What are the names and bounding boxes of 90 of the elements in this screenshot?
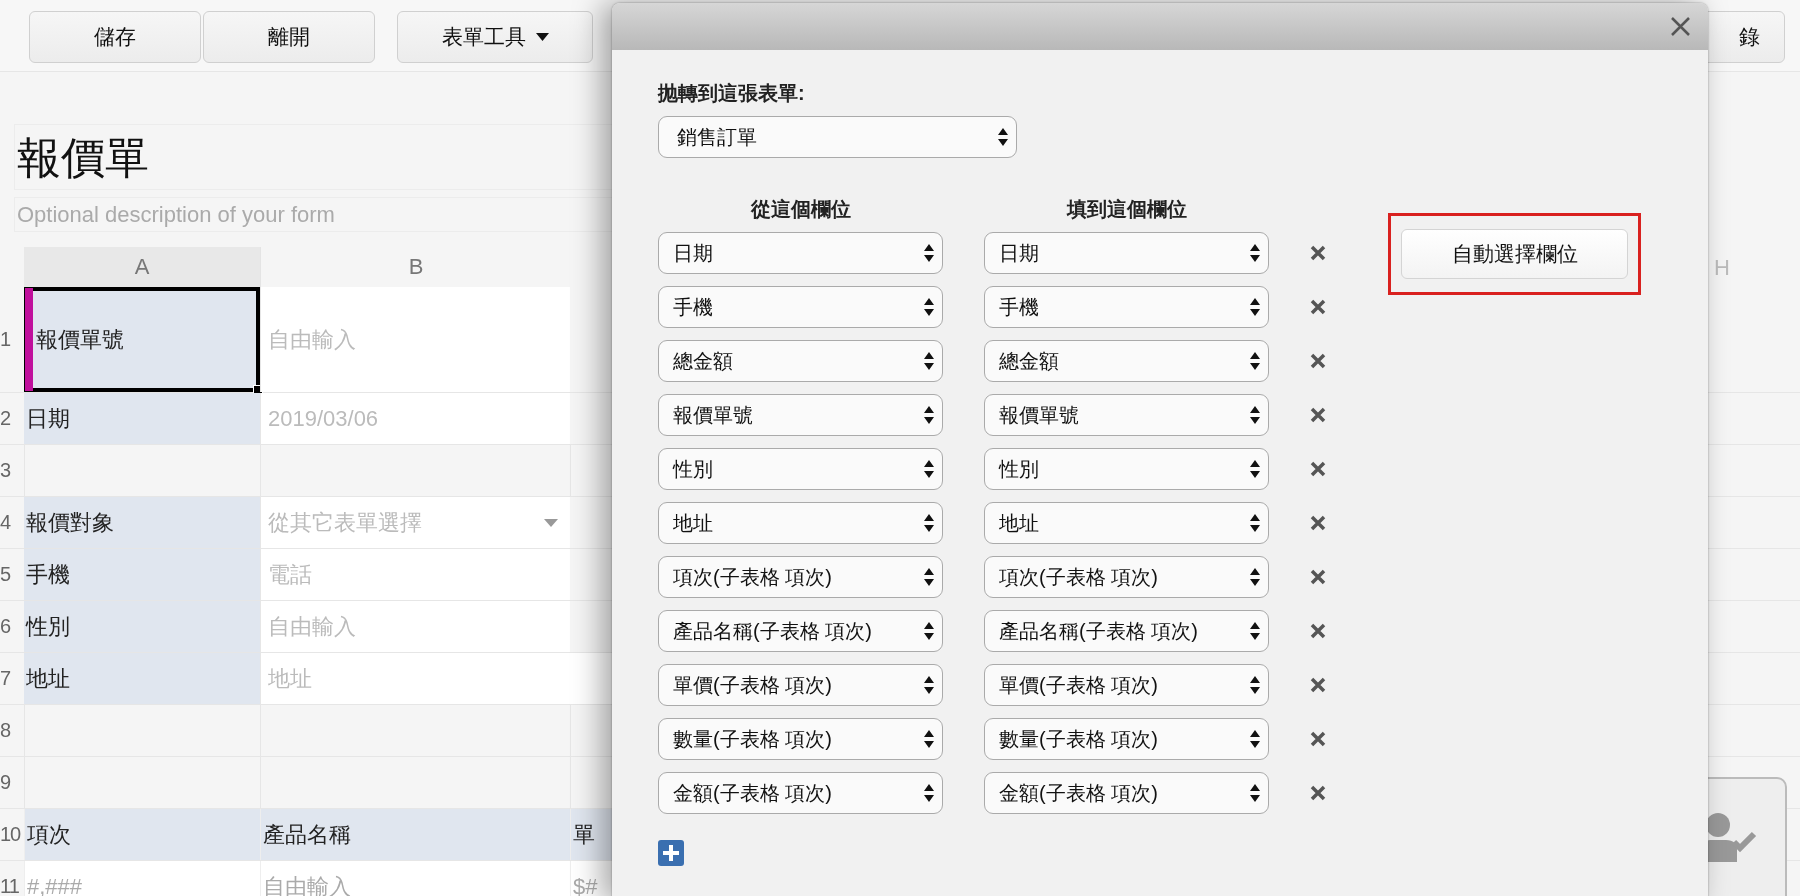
source-field-select[interactable]: 手機 [658,286,943,328]
target-field-select[interactable]: 產品名稱(子表格 項次) [984,610,1269,652]
row-number: 10 [0,822,22,847]
row-number: 3 [0,458,12,483]
field-label-cell[interactable]: 性別 [24,601,260,652]
remove-icon[interactable] [1310,677,1326,693]
field-label-cell[interactable]: 日期 [24,393,260,444]
updown-icon [924,406,934,424]
row-number: 8 [0,718,12,743]
target-field-select[interactable]: 數量(子表格 項次) [984,718,1269,760]
updown-icon [924,568,934,586]
close-icon[interactable] [1671,17,1690,36]
row-number: 1 [0,327,12,352]
remove-icon[interactable] [1310,461,1326,477]
updown-icon [1250,406,1260,424]
target-field-select[interactable]: 金額(子表格 項次) [984,772,1269,814]
source-field-select[interactable]: 數量(子表格 項次) [658,718,943,760]
target-field-select[interactable]: 日期 [984,232,1269,274]
row-number: 2 [0,406,12,431]
remove-icon[interactable] [1310,245,1326,261]
updown-icon [1250,298,1260,316]
updown-icon [1250,676,1260,694]
target-form-label: 抛轉到這張表單: [658,81,806,106]
updown-icon [924,352,934,370]
target-field-select[interactable]: 項次(子表格 項次) [984,556,1269,598]
source-column-heading: 從這個欄位 [749,197,852,222]
field-label-cell[interactable]: 地址 [24,653,260,704]
row-number: 9 [0,770,12,795]
field-label-cell[interactable]: 手機 [24,549,260,600]
updown-icon [924,622,934,640]
updown-icon [1250,730,1260,748]
updown-icon [998,128,1008,146]
row-number: 11 [0,874,20,896]
target-column-heading: 填到這個欄位 [1065,197,1188,222]
row-number: 6 [0,614,12,639]
updown-icon [924,298,934,316]
field-label-cell[interactable]: 報價對象 [24,497,260,548]
field-label-cell[interactable]: 報價單號 [24,287,260,392]
updown-icon [1250,244,1260,262]
target-field-select[interactable]: 總金額 [984,340,1269,382]
target-field-select[interactable]: 地址 [984,502,1269,544]
auto-select-button[interactable]: 自動選擇欄位 [1401,229,1628,279]
updown-icon [924,244,934,262]
remove-icon[interactable] [1310,407,1326,423]
target-form-select[interactable]: 銷售訂單 [658,116,1017,158]
column-header[interactable]: A [24,247,260,287]
remove-icon[interactable] [1310,569,1326,585]
source-field-select[interactable]: 性別 [658,448,943,490]
updown-icon [924,676,934,694]
updown-icon [1250,460,1260,478]
updown-icon [924,514,934,532]
updown-icon [1250,784,1260,802]
target-field-select[interactable]: 性別 [984,448,1269,490]
subtable-cell: 自由輸入 [260,861,570,896]
source-field-select[interactable]: 單價(子表格 項次) [658,664,943,706]
source-field-select[interactable]: 產品名稱(子表格 項次) [658,610,943,652]
target-field-select[interactable]: 手機 [984,286,1269,328]
row-number: 7 [0,666,12,691]
source-field-select[interactable]: 報價單號 [658,394,943,436]
toolbar-button[interactable]: 離開 [203,11,375,63]
target-field-select[interactable]: 單價(子表格 項次) [984,664,1269,706]
caret-icon [544,518,558,527]
menu-button[interactable]: 表單工具 [397,11,593,63]
updown-icon [924,784,934,802]
caret-icon [535,33,549,41]
remove-icon[interactable] [1310,623,1326,639]
row-number: 5 [0,562,12,587]
source-field-select[interactable]: 項次(子表格 項次) [658,556,943,598]
source-field-select[interactable]: 總金額 [658,340,943,382]
toolbar-button[interactable]: 儲存 [29,11,201,63]
subtable-cell: #,### [24,861,260,896]
updown-icon [1250,622,1260,640]
row-number: 4 [0,510,12,535]
source-field-select[interactable]: 日期 [658,232,943,274]
remove-icon[interactable] [1310,353,1326,369]
remove-icon[interactable] [1310,299,1326,315]
target-field-select[interactable]: 報價單號 [984,394,1269,436]
add-icon[interactable] [658,840,684,866]
remove-icon[interactable] [1310,515,1326,531]
remove-icon[interactable] [1310,785,1326,801]
updown-icon [924,730,934,748]
updown-icon [924,460,934,478]
updown-icon [1250,352,1260,370]
updown-icon [1250,514,1260,532]
remove-icon[interactable] [1310,731,1326,747]
updown-icon [1250,568,1260,586]
subtable-header-cell: 產品名稱 [260,809,570,860]
source-field-select[interactable]: 金額(子表格 項次) [658,772,943,814]
subtable-header-cell: 項次 [24,809,260,860]
source-field-select[interactable]: 地址 [658,502,943,544]
